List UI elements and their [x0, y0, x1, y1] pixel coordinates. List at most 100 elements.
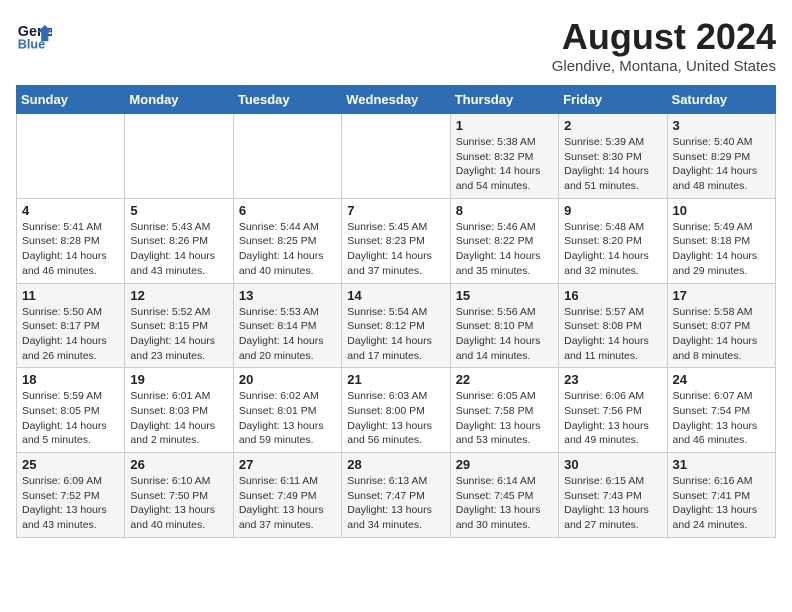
day-number: 2: [564, 118, 661, 133]
calendar-cell: 29 Sunrise: 6:14 AM Sunset: 7:45 PM Dayli…: [450, 453, 558, 538]
calendar-cell: 13Sunrise: 5:53 AM Sunset: 8:14 PM Dayli…: [233, 283, 341, 368]
calendar-cell: 21Sunrise: 6:03 AM Sunset: 8:00 PM Dayli…: [342, 368, 450, 453]
calendar-cell: [17, 114, 125, 199]
day-info: Sunrise: 5:45 AM Sunset: 8:23 PM Dayligh…: [347, 220, 444, 279]
day-number: 3: [673, 118, 770, 133]
calendar-cell: 4 Sunrise: 5:41 AM Sunset: 8:28 PM Daylig…: [17, 198, 125, 283]
page-subtitle: Glendive, Montana, United States: [552, 58, 776, 75]
day-number: 7: [347, 203, 444, 218]
day-info: Sunrise: 5:54 AM Sunset: 8:12 PM Dayligh…: [347, 305, 444, 364]
calendar-cell: 7 Sunrise: 5:45 AM Sunset: 8:23 PM Daylig…: [342, 198, 450, 283]
logo-icon: General Blue: [16, 16, 52, 52]
day-number: 6: [239, 203, 336, 218]
day-number: 30: [564, 457, 661, 472]
day-number: 27: [239, 457, 336, 472]
calendar-cell: 2 Sunrise: 5:39 AM Sunset: 8:30 PM Daylig…: [559, 114, 667, 199]
calendar-cell: 8 Sunrise: 5:46 AM Sunset: 8:22 PM Daylig…: [450, 198, 558, 283]
day-number: 11: [22, 288, 119, 303]
column-header-tuesday: Tuesday: [233, 86, 341, 114]
day-info: Sunrise: 5:39 AM Sunset: 8:30 PM Dayligh…: [564, 135, 661, 194]
day-number: 23: [564, 372, 661, 387]
calendar-cell: 31Sunrise: 6:16 AM Sunset: 7:41 PM Dayli…: [667, 453, 775, 538]
day-info: Sunrise: 5:59 AM Sunset: 8:05 PM Dayligh…: [22, 389, 119, 448]
page-title: August 2024: [552, 16, 776, 58]
column-header-wednesday: Wednesday: [342, 86, 450, 114]
calendar-cell: 17 Sunrise: 5:58 AM Sunset: 8:07 PM Dayli…: [667, 283, 775, 368]
day-number: 17: [673, 288, 770, 303]
calendar-cell: 10Sunrise: 5:49 AM Sunset: 8:18 PM Dayli…: [667, 198, 775, 283]
day-info: Sunrise: 6:10 AM Sunset: 7:50 PM Dayligh…: [130, 474, 227, 533]
calendar-week-3: 11Sunrise: 5:50 AM Sunset: 8:17 PM Dayli…: [17, 283, 776, 368]
day-info: Sunrise: 5:53 AM Sunset: 8:14 PM Dayligh…: [239, 305, 336, 364]
calendar-cell: 14 Sunrise: 5:54 AM Sunset: 8:12 PM Dayli…: [342, 283, 450, 368]
day-info: Sunrise: 5:58 AM Sunset: 8:07 PM Dayligh…: [673, 305, 770, 364]
calendar-cell: 24 Sunrise: 6:07 AM Sunset: 7:54 PM Dayli…: [667, 368, 775, 453]
day-number: 12: [130, 288, 227, 303]
calendar-week-4: 18Sunrise: 5:59 AM Sunset: 8:05 PM Dayli…: [17, 368, 776, 453]
day-number: 14: [347, 288, 444, 303]
calendar-week-1: 1Sunrise: 5:38 AM Sunset: 8:32 PM Daylig…: [17, 114, 776, 199]
day-info: Sunrise: 6:07 AM Sunset: 7:54 PM Dayligh…: [673, 389, 770, 448]
day-info: Sunrise: 5:44 AM Sunset: 8:25 PM Dayligh…: [239, 220, 336, 279]
calendar-cell: 20 Sunrise: 6:02 AM Sunset: 8:01 PM Dayli…: [233, 368, 341, 453]
svg-text:Blue: Blue: [18, 37, 45, 51]
calendar-cell: [342, 114, 450, 199]
day-info: Sunrise: 6:13 AM Sunset: 7:47 PM Dayligh…: [347, 474, 444, 533]
day-number: 31: [673, 457, 770, 472]
calendar-cell: 18Sunrise: 5:59 AM Sunset: 8:05 PM Dayli…: [17, 368, 125, 453]
day-number: 16: [564, 288, 661, 303]
day-info: Sunrise: 5:46 AM Sunset: 8:22 PM Dayligh…: [456, 220, 553, 279]
day-number: 29: [456, 457, 553, 472]
day-info: Sunrise: 6:09 AM Sunset: 7:52 PM Dayligh…: [22, 474, 119, 533]
calendar-body: 1Sunrise: 5:38 AM Sunset: 8:32 PM Daylig…: [17, 114, 776, 538]
day-info: Sunrise: 5:57 AM Sunset: 8:08 PM Dayligh…: [564, 305, 661, 364]
day-number: 26: [130, 457, 227, 472]
day-info: Sunrise: 5:43 AM Sunset: 8:26 PM Dayligh…: [130, 220, 227, 279]
calendar-cell: 23 Sunrise: 6:06 AM Sunset: 7:56 PM Dayli…: [559, 368, 667, 453]
title-area: August 2024 Glendive, Montana, United St…: [552, 16, 776, 75]
calendar-cell: 5 Sunrise: 5:43 AM Sunset: 8:26 PM Daylig…: [125, 198, 233, 283]
calendar-cell: 26 Sunrise: 6:10 AM Sunset: 7:50 PM Dayli…: [125, 453, 233, 538]
day-info: Sunrise: 6:15 AM Sunset: 7:43 PM Dayligh…: [564, 474, 661, 533]
day-number: 22: [456, 372, 553, 387]
calendar-cell: 22 Sunrise: 6:05 AM Sunset: 7:58 PM Dayli…: [450, 368, 558, 453]
day-number: 1: [456, 118, 553, 133]
day-info: Sunrise: 5:48 AM Sunset: 8:20 PM Dayligh…: [564, 220, 661, 279]
calendar-cell: [125, 114, 233, 199]
day-info: Sunrise: 5:41 AM Sunset: 8:28 PM Dayligh…: [22, 220, 119, 279]
day-number: 5: [130, 203, 227, 218]
calendar-cell: 6 Sunrise: 5:44 AM Sunset: 8:25 PM Daylig…: [233, 198, 341, 283]
day-number: 24: [673, 372, 770, 387]
day-number: 9: [564, 203, 661, 218]
calendar-cell: 25 Sunrise: 6:09 AM Sunset: 7:52 PM Dayli…: [17, 453, 125, 538]
calendar-cell: 11Sunrise: 5:50 AM Sunset: 8:17 PM Dayli…: [17, 283, 125, 368]
day-number: 15: [456, 288, 553, 303]
day-info: Sunrise: 6:06 AM Sunset: 7:56 PM Dayligh…: [564, 389, 661, 448]
calendar-cell: 30 Sunrise: 6:15 AM Sunset: 7:43 PM Dayli…: [559, 453, 667, 538]
day-number: 28: [347, 457, 444, 472]
calendar-cell: [233, 114, 341, 199]
calendar-week-2: 4 Sunrise: 5:41 AM Sunset: 8:28 PM Daylig…: [17, 198, 776, 283]
calendar-cell: 3 Sunrise: 5:40 AM Sunset: 8:29 PM Daylig…: [667, 114, 775, 199]
calendar-cell: 28 Sunrise: 6:13 AM Sunset: 7:47 PM Dayli…: [342, 453, 450, 538]
header: General Blue August 2024 Glendive, Monta…: [16, 16, 776, 75]
logo: General Blue: [16, 16, 52, 52]
day-number: 25: [22, 457, 119, 472]
calendar-cell: 27Sunrise: 6:11 AM Sunset: 7:49 PM Dayli…: [233, 453, 341, 538]
day-info: Sunrise: 6:14 AM Sunset: 7:45 PM Dayligh…: [456, 474, 553, 533]
day-number: 20: [239, 372, 336, 387]
column-header-thursday: Thursday: [450, 86, 558, 114]
day-number: 4: [22, 203, 119, 218]
day-info: Sunrise: 5:40 AM Sunset: 8:29 PM Dayligh…: [673, 135, 770, 194]
day-info: Sunrise: 5:56 AM Sunset: 8:10 PM Dayligh…: [456, 305, 553, 364]
day-info: Sunrise: 6:01 AM Sunset: 8:03 PM Dayligh…: [130, 389, 227, 448]
calendar-cell: 15 Sunrise: 5:56 AM Sunset: 8:10 PM Dayli…: [450, 283, 558, 368]
calendar-cell: 16 Sunrise: 5:57 AM Sunset: 8:08 PM Dayli…: [559, 283, 667, 368]
day-info: Sunrise: 6:05 AM Sunset: 7:58 PM Dayligh…: [456, 389, 553, 448]
column-header-friday: Friday: [559, 86, 667, 114]
day-info: Sunrise: 5:49 AM Sunset: 8:18 PM Dayligh…: [673, 220, 770, 279]
day-number: 21: [347, 372, 444, 387]
day-number: 8: [456, 203, 553, 218]
day-info: Sunrise: 6:02 AM Sunset: 8:01 PM Dayligh…: [239, 389, 336, 448]
calendar-week-5: 25 Sunrise: 6:09 AM Sunset: 7:52 PM Dayli…: [17, 453, 776, 538]
